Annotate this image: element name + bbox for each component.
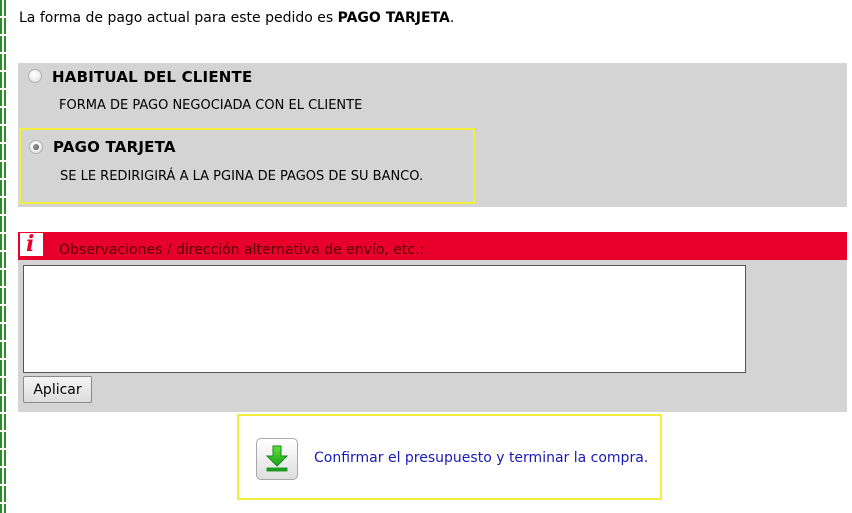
observations-textarea[interactable]: [23, 265, 746, 373]
observations-header: i Observaciones / dirección alternativa …: [18, 231, 847, 260]
payment-option-title: PAGO TARJETA: [53, 138, 176, 156]
payment-option-title: HABITUAL DEL CLIENTE: [52, 68, 253, 86]
observations-label: Observaciones / dirección alternativa de…: [59, 242, 425, 258]
intro-suffix: .: [449, 10, 455, 26]
payment-options-panel: HABITUAL DEL CLIENTE FORMA DE PAGO NEGOC…: [18, 63, 847, 207]
payment-option-description: FORMA DE PAGO NEGOCIADA CON EL CLIENTE: [59, 98, 363, 113]
info-icon: i: [20, 231, 43, 257]
current-payment-method: PAGO TARJETA: [337, 10, 450, 26]
intro-prefix: La forma de pago actual para este pedido…: [19, 10, 338, 26]
observations-panel: Aplicar: [18, 260, 847, 412]
payment-option-tarjeta[interactable]: PAGO TARJETA SE LE REDIRIGIRÁ A LA PGINA…: [19, 128, 475, 204]
radio-habitual[interactable]: [28, 69, 42, 83]
current-payment-text: La forma de pago actual para este pedido…: [19, 10, 454, 26]
confirm-purchase-link[interactable]: Confirmar el presupuesto y terminar la c…: [314, 450, 648, 466]
payment-option-habitual[interactable]: HABITUAL DEL CLIENTE FORMA DE PAGO NEGOC…: [18, 63, 472, 123]
confirm-purchase-box: Confirmar el presupuesto y terminar la c…: [237, 414, 662, 500]
apply-button[interactable]: Aplicar: [23, 376, 92, 403]
radio-tarjeta[interactable]: [29, 140, 43, 154]
payment-option-description: SE LE REDIRIGIRÁ A LA PGINA DE PAGOS DE …: [60, 169, 424, 184]
left-border-decoration: [0, 0, 6, 513]
download-arrow-icon[interactable]: [256, 438, 298, 480]
